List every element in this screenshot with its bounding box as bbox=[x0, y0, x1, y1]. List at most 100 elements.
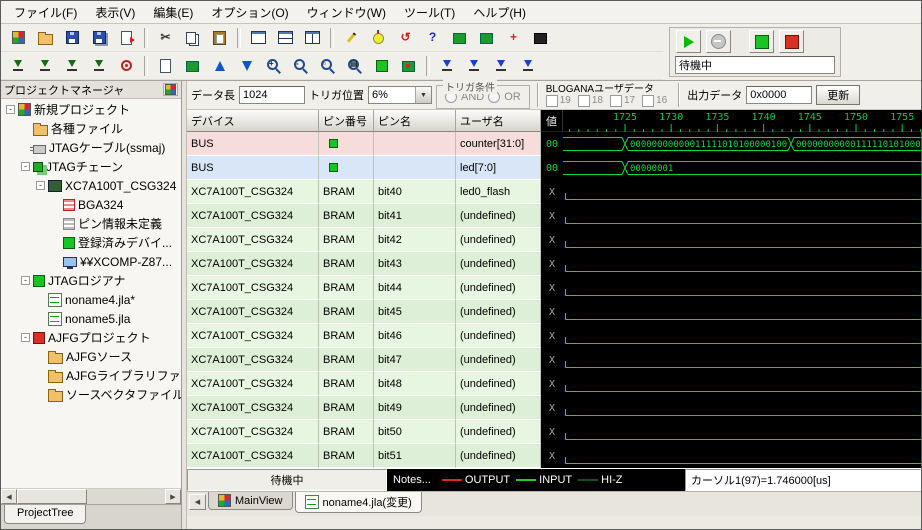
bram-write-button[interactable] bbox=[474, 26, 499, 49]
export-wave-2-button[interactable] bbox=[462, 54, 487, 77]
tree-item[interactable]: 登録済みデバイ... bbox=[1, 233, 181, 252]
scroll-left-button[interactable]: ◀ bbox=[1, 489, 17, 504]
chevron-down-icon[interactable]: ▼ bbox=[415, 87, 431, 103]
user-data-bit-18-checkbox[interactable] bbox=[578, 95, 590, 107]
waveform-cell[interactable]: 00000001 bbox=[563, 156, 921, 180]
signal-row[interactable]: XC7A100T_CSG324BRAMbit40led0_flashX bbox=[187, 180, 921, 204]
tree-item[interactable]: ソースベクタファイル bbox=[1, 385, 181, 404]
tree-item[interactable]: ¥¥XCOMP-Z87... bbox=[1, 252, 181, 271]
signal-row[interactable]: XC7A100T_CSG324BRAMbit44(undefined)X bbox=[187, 276, 921, 300]
tab-scroll-left-button[interactable]: ◀ bbox=[189, 494, 206, 510]
waveform-cell[interactable] bbox=[563, 276, 921, 300]
tree-item[interactable]: JTAGケーブル(ssmaj) bbox=[1, 138, 181, 157]
signal-row[interactable]: XC7A100T_CSG324BRAMbit49(undefined)X bbox=[187, 396, 921, 420]
tree-expander[interactable]: - bbox=[21, 162, 30, 171]
bram-read-button[interactable] bbox=[447, 26, 472, 49]
menu-item[interactable]: 表示(V) bbox=[86, 1, 144, 24]
write-device-1-button[interactable] bbox=[6, 54, 31, 77]
edit-pencil-button[interactable] bbox=[339, 26, 364, 49]
tree-item[interactable]: BGA324 bbox=[1, 195, 181, 214]
open-file-button[interactable] bbox=[33, 26, 58, 49]
export-wave-3-button[interactable] bbox=[489, 54, 514, 77]
write-device-4-button[interactable] bbox=[87, 54, 112, 77]
signal-row[interactable]: XC7A100T_CSG324BRAMbit46(undefined)X bbox=[187, 324, 921, 348]
tree-item[interactable]: -XC7A100T_CSG324 bbox=[1, 176, 181, 195]
waveform-viewer[interactable]: BUScounter[31:0]000000000000001111101010… bbox=[187, 132, 921, 468]
signal-row[interactable]: BUScounter[31:0]000000000000001111101010… bbox=[187, 132, 921, 156]
reset-button[interactable]: ↺ bbox=[393, 26, 418, 49]
device-query-button[interactable]: ? bbox=[420, 26, 445, 49]
zoom-out-button[interactable]: - bbox=[288, 54, 313, 77]
signal-row[interactable]: XC7A100T_CSG324BRAMbit47(undefined)X bbox=[187, 348, 921, 372]
menu-item[interactable]: 編集(E) bbox=[144, 1, 202, 24]
signal-row[interactable]: XC7A100T_CSG324BRAMbit42(undefined)X bbox=[187, 228, 921, 252]
paste-button[interactable] bbox=[207, 26, 232, 49]
jtag-device-button[interactable] bbox=[396, 54, 421, 77]
tree-item[interactable]: 各種ファイル bbox=[1, 119, 181, 138]
waveform-cell[interactable] bbox=[563, 420, 921, 444]
waveform-cell[interactable] bbox=[563, 372, 921, 396]
capture-on-button[interactable] bbox=[749, 30, 774, 53]
waveform-cell[interactable] bbox=[563, 228, 921, 252]
write-device-2-button[interactable] bbox=[33, 54, 58, 77]
waveform-cell[interactable] bbox=[563, 396, 921, 420]
tree-item[interactable]: noname4.jla* bbox=[1, 290, 181, 309]
tab-noname4-jla-[interactable]: noname4.jla(変更) bbox=[295, 492, 422, 513]
tree-item[interactable]: -JTAGチェーン bbox=[1, 157, 181, 176]
zoom-fit-button[interactable]: ▫ bbox=[315, 54, 340, 77]
write-device-3-button[interactable] bbox=[60, 54, 85, 77]
waveform-cell[interactable] bbox=[563, 324, 921, 348]
copy-button[interactable] bbox=[180, 26, 205, 49]
waveform-cell[interactable] bbox=[563, 444, 921, 468]
data-length-input[interactable] bbox=[239, 86, 305, 104]
acquisition-status-field[interactable] bbox=[675, 56, 835, 74]
export-file-button[interactable] bbox=[114, 26, 139, 49]
signal-row[interactable]: XC7A100T_CSG324BRAMbit48(undefined)X bbox=[187, 372, 921, 396]
tile-window-button[interactable] bbox=[246, 26, 271, 49]
signal-row[interactable]: XC7A100T_CSG324BRAMbit41(undefined)X bbox=[187, 204, 921, 228]
tree-hscrollbar[interactable]: ◀ ▶ bbox=[1, 488, 181, 504]
tree-expander[interactable]: - bbox=[21, 333, 30, 342]
signal-row[interactable]: XC7A100T_CSG324BRAMbit50(undefined)X bbox=[187, 420, 921, 444]
add-device-button[interactable]: + bbox=[501, 26, 526, 49]
trigger-point-button[interactable] bbox=[114, 54, 139, 77]
new-project-button[interactable] bbox=[6, 26, 31, 49]
signal-row[interactable]: BUSled[7:0]0000000001 bbox=[187, 156, 921, 180]
zoom-in-button[interactable]: + bbox=[261, 54, 286, 77]
tab-mainview[interactable]: MainView bbox=[208, 492, 293, 510]
notes-label[interactable]: Notes... bbox=[393, 474, 431, 486]
tree-item[interactable]: ピン情報未定義 bbox=[1, 214, 181, 233]
waveform-cell[interactable]: 0000000000001111101010000010000000000000… bbox=[563, 132, 921, 156]
export-wave-4-button[interactable] bbox=[516, 54, 541, 77]
move-down-button[interactable] bbox=[234, 54, 259, 77]
move-up-button[interactable] bbox=[207, 54, 232, 77]
waveform-cell[interactable] bbox=[563, 180, 921, 204]
output-data-input[interactable] bbox=[746, 86, 812, 104]
save-button[interactable] bbox=[60, 26, 85, 49]
tree-item[interactable]: -AJFGプロジェクト bbox=[1, 328, 181, 347]
new-doc-button[interactable] bbox=[153, 54, 178, 77]
zoom-range-button[interactable]: ▤ bbox=[342, 54, 367, 77]
stop-button[interactable] bbox=[706, 30, 731, 53]
scroll-right-button[interactable]: ▶ bbox=[165, 489, 181, 504]
device-black-button[interactable] bbox=[528, 26, 553, 49]
run-button[interactable] bbox=[676, 30, 701, 53]
tile-vertical-button[interactable] bbox=[300, 26, 325, 49]
tab-projecttree[interactable]: ProjectTree bbox=[4, 505, 86, 524]
tree-item[interactable]: -JTAGロジアナ bbox=[1, 271, 181, 290]
signal-row[interactable]: XC7A100T_CSG324BRAMbit43(undefined)X bbox=[187, 252, 921, 276]
led-indicator-button[interactable] bbox=[369, 54, 394, 77]
tree-item[interactable]: -新規プロジェクト bbox=[1, 100, 181, 119]
waveform-cell[interactable] bbox=[563, 300, 921, 324]
menu-item[interactable]: ウィンドウ(W) bbox=[298, 1, 395, 24]
user-data-bit-17-checkbox[interactable] bbox=[610, 95, 622, 107]
menu-item[interactable]: ファイル(F) bbox=[5, 1, 86, 24]
waveform-cell[interactable] bbox=[563, 348, 921, 372]
waveform-cell[interactable] bbox=[563, 252, 921, 276]
update-button[interactable]: 更新 bbox=[816, 85, 860, 105]
tree-expander[interactable]: - bbox=[36, 181, 45, 190]
capture-off-button[interactable] bbox=[779, 30, 804, 53]
signal-row[interactable]: XC7A100T_CSG324BRAMbit45(undefined)X bbox=[187, 300, 921, 324]
menu-item[interactable]: オプション(O) bbox=[202, 1, 297, 24]
panel-menu-button[interactable] bbox=[163, 83, 178, 96]
